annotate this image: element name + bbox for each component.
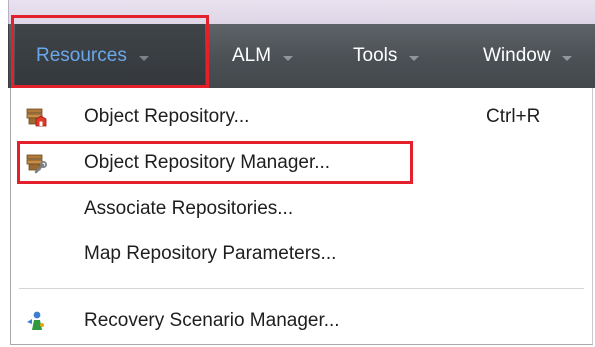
app-window: Resources ALM Tools Window Object Reposi… (0, 0, 595, 347)
chevron-down-icon (561, 55, 572, 61)
chevron-down-icon (138, 55, 149, 61)
menu-item-label: Recovery Scenario Manager... (84, 310, 340, 331)
menu-item-associate-repositories[interactable]: Associate Repositories... (11, 189, 592, 229)
menu-separator (19, 288, 584, 289)
chevron-down-icon (283, 55, 294, 61)
menu-resources-label: Resources (36, 45, 127, 66)
menu-item-object-repository-manager[interactable]: Object Repository Manager... (11, 143, 592, 183)
chevron-down-icon (409, 55, 420, 61)
menu-item-label: Map Repository Parameters... (84, 243, 337, 264)
menu-item-map-repository-parameters[interactable]: Map Repository Parameters... (11, 234, 592, 274)
object-repository-manager-icon (25, 152, 47, 174)
menu-tools-label: Tools (353, 45, 398, 66)
menu-window-label: Window (483, 45, 551, 66)
recovery-scenario-manager-icon (25, 310, 47, 332)
menu-resources[interactable]: Resources (15, 24, 205, 88)
menu-item-label: Associate Repositories... (84, 198, 294, 219)
object-repository-icon (25, 106, 47, 128)
resources-dropdown-menu: Object Repository... Ctrl+R Object Repos… (10, 88, 593, 345)
menu-alm[interactable]: ALM (232, 24, 294, 88)
window-title-strip (8, 0, 595, 24)
menu-alm-label: ALM (232, 45, 272, 66)
menu-tools[interactable]: Tools (353, 24, 420, 88)
menu-window[interactable]: Window (483, 24, 572, 88)
menu-item-label: Object Repository Manager... (84, 152, 331, 173)
menu-item-label: Object Repository... (84, 106, 250, 127)
menu-item-object-repository[interactable]: Object Repository... Ctrl+R (11, 97, 592, 137)
menu-item-recovery-scenario-manager[interactable]: Recovery Scenario Manager... (11, 301, 592, 341)
shortcut-label: Ctrl+R (486, 106, 541, 127)
